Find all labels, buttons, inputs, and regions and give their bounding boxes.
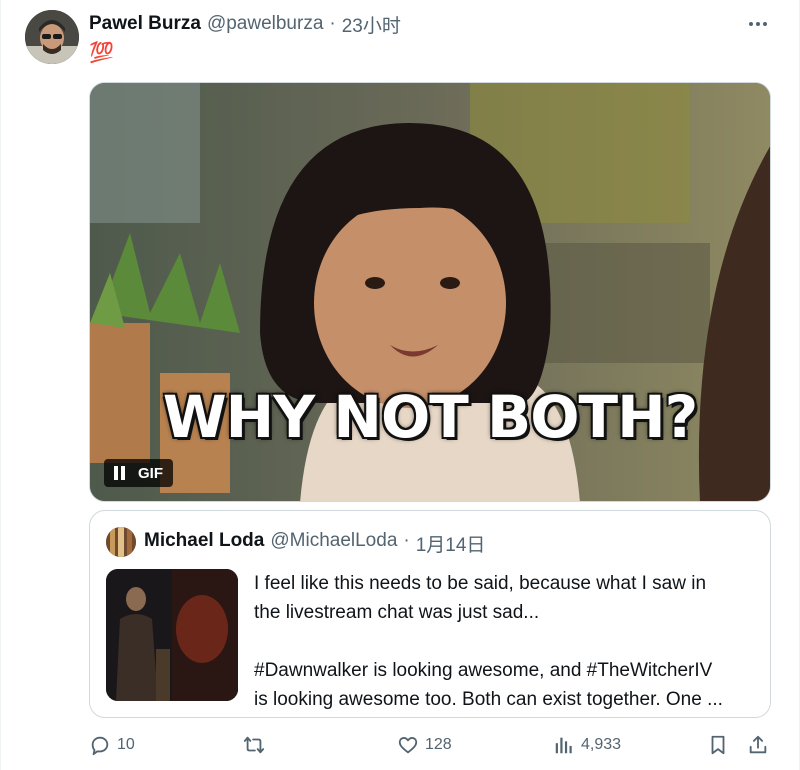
author-name[interactable]: Pawel Burza [89, 13, 201, 35]
quoted-media-thumbnail[interactable] [106, 569, 238, 701]
reply-icon [91, 736, 109, 756]
like-button[interactable]: 128 [397, 734, 452, 756]
post-timestamp[interactable]: 23小时 [342, 11, 401, 38]
gif-caption: WHY NOT BOTH? [162, 383, 699, 451]
views-icon [555, 737, 572, 754]
author-handle[interactable]: @pawelburza [207, 13, 323, 35]
reply-button[interactable]: 10 [89, 734, 135, 756]
quoted-text-line: the livestream chat was just sad... [254, 602, 540, 623]
gif-media[interactable]: WHY NOT BOTH? GIF [89, 82, 771, 502]
action-bar: 10 128 4,933 [89, 734, 779, 762]
post-header: Pawel Burza @pawelburza · 23小时 [89, 11, 401, 38]
quoted-text: I feel like this needs to be said, becau… [254, 569, 760, 714]
gif-badge: GIF [138, 464, 163, 482]
like-count: 128 [425, 736, 452, 753]
quoted-tweet[interactable]: Michael Loda @MichaelLoda · 1月14日 I feel… [89, 510, 771, 718]
like-icon [398, 737, 418, 754]
bookmark-button[interactable] [707, 734, 729, 756]
retweet-button[interactable] [243, 734, 271, 756]
quoted-date[interactable]: 1月14日 [416, 530, 486, 557]
share-icon [749, 735, 767, 754]
header-separator: · [329, 13, 336, 34]
tweet-card[interactable]: Pawel Burza @pawelburza · 23小时 💯 WHY NOT… [0, 0, 800, 770]
share-button[interactable] [747, 734, 769, 756]
bookmark-icon [711, 735, 725, 755]
reply-count: 10 [117, 736, 135, 753]
pause-icon[interactable] [114, 466, 126, 480]
quoted-author-handle[interactable]: @MichaelLoda [270, 530, 397, 557]
quoted-author-avatar[interactable] [106, 527, 136, 557]
more-options-button[interactable] [743, 12, 773, 36]
post-text: 💯 [89, 42, 114, 64]
retweet-icon [243, 736, 265, 754]
quoted-text-line: #Dawnwalker is looking awesome, and #The… [254, 660, 713, 681]
quoted-separator: · [403, 530, 410, 551]
views-count: 4,933 [581, 736, 622, 753]
gif-controls: GIF [104, 459, 173, 487]
more-horizontal-icon [749, 22, 753, 26]
views-button[interactable]: 4,933 [553, 734, 621, 756]
author-avatar[interactable] [25, 10, 79, 64]
quoted-author-name[interactable]: Michael Loda [144, 530, 264, 557]
quoted-text-line: I feel like this needs to be said, becau… [254, 573, 707, 594]
quoted-header: Michael Loda @MichaelLoda · 1月14日 [144, 530, 485, 557]
quoted-text-line: is looking awesome too. Both can exist t… [254, 689, 723, 710]
